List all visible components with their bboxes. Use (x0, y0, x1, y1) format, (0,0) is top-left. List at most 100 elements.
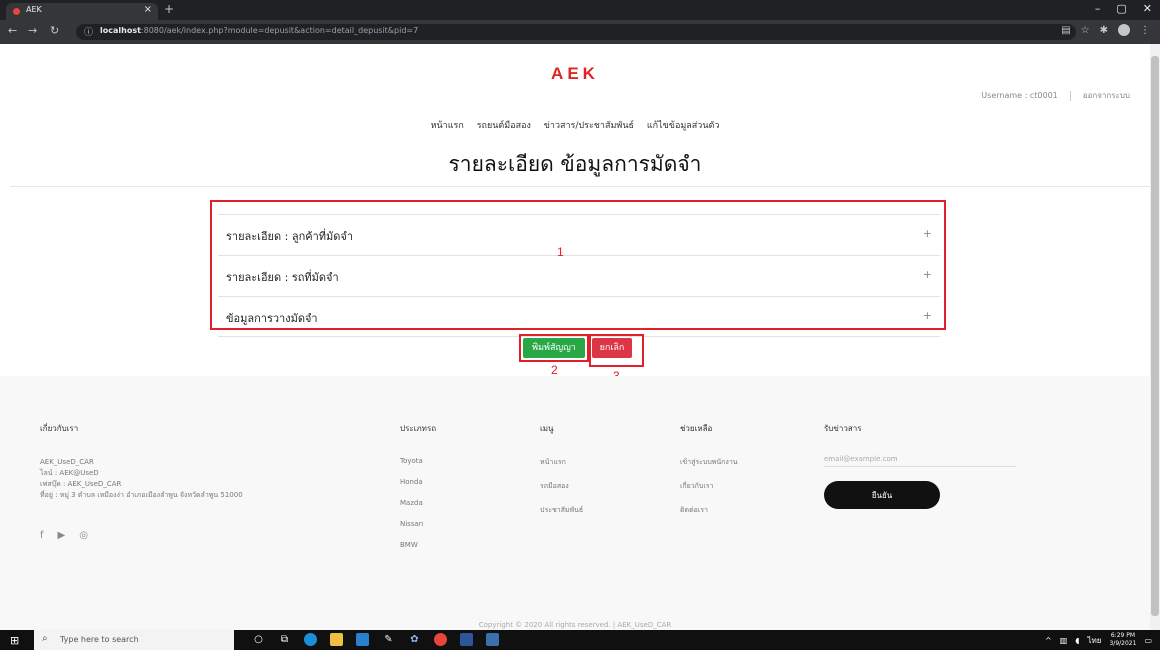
word-icon[interactable] (460, 633, 473, 646)
site-footer: เกี่ยวกับเรา AEK_UseD_CAR ไลน์ : AEK@Use… (0, 376, 1150, 630)
close-window-icon[interactable]: ✕ (1143, 2, 1152, 15)
footer-link[interactable]: ติดต่อเรา (680, 505, 738, 516)
divider (1069, 90, 1071, 101)
os-taskbar: ⊞ ⌕ Type here to search ○ ⧉ ✎ ✿ ^ ▥ ◖ ไท… (0, 630, 1160, 650)
tab-title: AEK (26, 5, 42, 14)
chrome-icon[interactable] (434, 633, 447, 646)
browser-tab[interactable]: AEK × (6, 3, 158, 20)
maximize-icon[interactable]: ▢ (1116, 2, 1126, 15)
tab-close-icon[interactable]: × (144, 4, 152, 15)
tray-up-icon[interactable]: ^ (1045, 636, 1052, 645)
page-scrollbar-thumb[interactable] (1151, 56, 1159, 616)
footer-newsletter: รับข่าวสาร (824, 422, 1016, 467)
footer-link[interactable]: Honda (400, 478, 436, 486)
footer-menu: เมนู หน้าแรก รถมือสอง ประชาสัมพันธ์ (540, 422, 583, 529)
browser-toolbar-icons: ▤ ☆ ✱ ⋮ (1061, 24, 1150, 36)
footer-heading: ช่วยเหลือ (680, 424, 713, 433)
nav-used-cars[interactable]: รถยนต์มือสอง (477, 121, 531, 131)
footer-link[interactable]: Nissan (400, 520, 436, 528)
file-explorer-icon[interactable] (330, 633, 343, 646)
windows-start-icon[interactable]: ⊞ (10, 634, 19, 647)
annotation-box-3 (589, 334, 644, 367)
extensions-icon[interactable]: ✱ (1100, 25, 1108, 36)
reload-icon[interactable]: ↻ (50, 24, 59, 37)
back-icon[interactable]: ← (8, 24, 17, 37)
footer-heading: ประเภทรถ (400, 424, 437, 433)
minimize-icon[interactable]: – (1095, 2, 1101, 15)
newsletter-email-input[interactable] (824, 451, 1016, 467)
footer-brands: ประเภทรถ Toyota Honda Mazda Nissan BMW (400, 422, 436, 562)
footer-heading: เกี่ยวกับเรา (40, 424, 79, 433)
footer-heading: เมนู (540, 424, 554, 433)
volume-icon[interactable]: ◖ (1075, 636, 1079, 645)
social-links: f ▶ ◎ (40, 530, 88, 541)
browser-menu-icon[interactable]: ⋮ (1140, 25, 1150, 36)
browser-address-bar: ← → ↻ ⓘ localhost:8080/aek/index.php?mod… (0, 20, 1160, 44)
taskbar-search-placeholder: Type here to search (60, 635, 139, 644)
page-title: รายละเอียด ข้อมูลการมัดจำ (448, 152, 702, 176)
cortana-icon[interactable]: ○ (252, 633, 265, 646)
annotation-label-1: 1 (557, 245, 564, 259)
footer-help: ช่วยเหลือ เข้าสู่ระบบพนักงาน เกี่ยวกับเร… (680, 422, 738, 529)
store-icon[interactable] (356, 633, 369, 646)
nav-edit-profile[interactable]: แก้ไขข้อมูลส่วนตัว (647, 121, 720, 131)
footer-link[interactable]: หน้าแรก (540, 457, 583, 468)
header-divider (10, 186, 1150, 187)
url-field[interactable]: ⓘ localhost:8080/aek/index.php?module=de… (76, 24, 1076, 40)
footer-about: เกี่ยวกับเรา AEK_UseD_CAR ไลน์ : AEK@Use… (40, 422, 243, 501)
footer-text: เฟสบุ๊ค : AEK_UseD_CAR (40, 480, 122, 488)
app-icon[interactable]: ✿ (408, 633, 421, 646)
bookmark-star-icon[interactable]: ☆ (1081, 25, 1090, 36)
footer-link[interactable]: Mazda (400, 499, 436, 507)
annotation-box-2 (519, 334, 589, 362)
footer-link[interactable]: ประชาสัมพันธ์ (540, 505, 583, 516)
annotation-box-1 (210, 200, 946, 330)
user-info: Username : ct0001 ออกจากระบบ (981, 89, 1130, 102)
annotation-label-2: 2 (551, 363, 558, 377)
favicon-icon (13, 8, 20, 15)
copyright-text: Copyright © 2020 All rights reserved. | … (478, 621, 672, 629)
taskbar-apps: ○ ⧉ ✎ ✿ (252, 633, 499, 646)
app-icon[interactable]: ✎ (382, 633, 395, 646)
url-text: localhost:8080/aek/index.php?module=depu… (100, 26, 418, 35)
footer-heading: รับข่าวสาร (824, 424, 862, 433)
edge-icon[interactable] (304, 633, 317, 646)
footer-text: ไลน์ : AEK@UseD (40, 469, 99, 477)
footer-link[interactable]: Toyota (400, 457, 436, 465)
profile-avatar[interactable] (1118, 24, 1130, 36)
clock-date: 3/9/2021 (1109, 640, 1137, 647)
photos-icon[interactable] (486, 633, 499, 646)
window-controls: – ▢ ✕ (1095, 2, 1152, 15)
site-logo[interactable]: AEK (0, 64, 1150, 84)
taskbar-search[interactable]: ⌕ Type here to search (34, 630, 234, 650)
clock[interactable]: 6:29 PM 3/9/2021 (1109, 632, 1136, 648)
footer-text: AEK_UseD_CAR (40, 458, 94, 466)
instagram-icon[interactable]: ◎ (79, 530, 88, 541)
site-info-icon[interactable]: ⓘ (84, 25, 93, 38)
forward-icon[interactable]: → (28, 24, 37, 37)
footer-link[interactable]: เข้าสู่ระบบพนักงาน (680, 457, 738, 468)
network-icon[interactable]: ▥ (1060, 636, 1068, 645)
main-nav: หน้าแรก รถยนต์มือสอง ข่าวสาร/ประชาสัมพัน… (0, 118, 1150, 132)
url-path: :8080/aek/index.php?module=depusit&actio… (140, 26, 419, 35)
notification-icon[interactable]: ▭ (1144, 636, 1152, 645)
username-label: Username : ct0001 (981, 91, 1058, 100)
footer-link[interactable]: เกี่ยวกับเรา (680, 481, 738, 492)
footer-link[interactable]: BMW (400, 541, 436, 549)
footer-text: ที่อยู่ : หมู่ 3 ตำบล เหมืองง่า อำเภอเมื… (40, 491, 243, 499)
translate-icon[interactable]: ▤ (1061, 25, 1070, 36)
new-tab-button[interactable]: + (164, 2, 174, 16)
nav-home[interactable]: หน้าแรก (431, 121, 464, 131)
search-icon: ⌕ (42, 633, 48, 644)
footer-link[interactable]: รถมือสอง (540, 481, 583, 492)
language-indicator[interactable]: ไทย (1088, 634, 1102, 647)
newsletter-submit-button[interactable]: ยืนยัน (824, 481, 940, 509)
logout-link[interactable]: ออกจากระบบ (1083, 91, 1130, 100)
url-host: localhost (100, 26, 141, 35)
facebook-icon[interactable]: f (40, 530, 44, 541)
system-tray: ^ ▥ ◖ ไทย 6:29 PM 3/9/2021 ▭ (1045, 632, 1152, 648)
nav-news[interactable]: ข่าวสาร/ประชาสัมพันธ์ (544, 121, 634, 131)
task-view-icon[interactable]: ⧉ (278, 633, 291, 646)
browser-tab-bar: AEK × + – ▢ ✕ (0, 0, 1160, 20)
youtube-icon[interactable]: ▶ (58, 530, 66, 541)
